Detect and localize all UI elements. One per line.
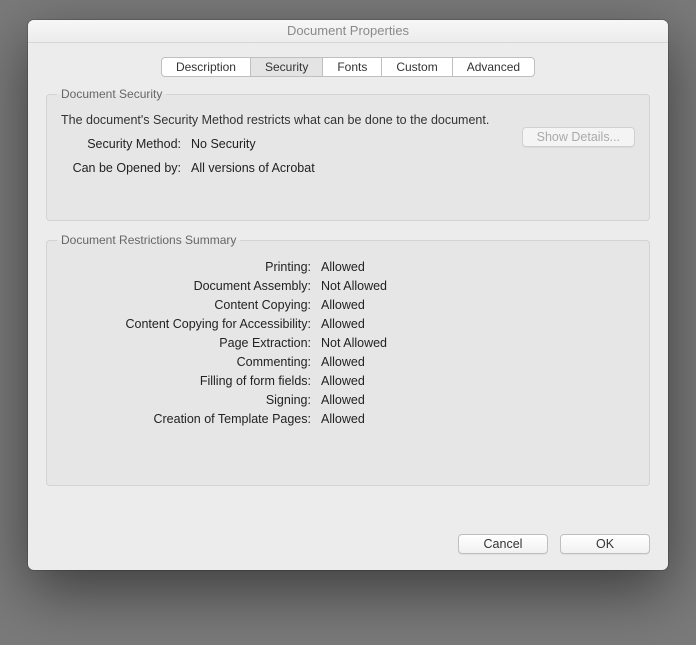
restriction-label: Signing:	[61, 393, 321, 407]
tab-description[interactable]: Description	[161, 57, 251, 77]
restriction-value: Not Allowed	[321, 336, 387, 350]
tab-advanced[interactable]: Advanced	[452, 57, 535, 77]
restriction-value: Allowed	[321, 317, 365, 331]
restriction-value: Allowed	[321, 355, 365, 369]
show-details-button[interactable]: Show Details...	[522, 127, 635, 147]
tab-bar: Description Security Fonts Custom Advanc…	[46, 57, 650, 77]
tab-security[interactable]: Security	[250, 57, 323, 77]
dialog-footer: Cancel OK	[46, 534, 650, 554]
restriction-value: Allowed	[321, 412, 365, 426]
window-title: Document Properties	[28, 20, 668, 43]
restriction-label: Creation of Template Pages:	[61, 412, 321, 426]
security-method-label: Security Method:	[28, 137, 191, 151]
restrictions-legend: Document Restrictions Summary	[57, 233, 240, 247]
restriction-label: Page Extraction:	[61, 336, 321, 350]
opened-by-label: Can be Opened by:	[28, 161, 191, 175]
restriction-label: Commenting:	[61, 355, 321, 369]
restriction-label: Printing:	[61, 260, 321, 274]
security-intro: The document's Security Method restricts…	[61, 113, 635, 127]
restriction-label: Filling of form fields:	[61, 374, 321, 388]
restriction-value: Allowed	[321, 298, 365, 312]
document-security-legend: Document Security	[57, 87, 166, 101]
document-properties-window: Document Properties Description Security…	[28, 20, 668, 570]
restriction-label: Content Copying:	[61, 298, 321, 312]
opened-by-value: All versions of Acrobat	[191, 161, 315, 175]
restriction-value: Allowed	[321, 260, 365, 274]
security-method-value: No Security	[191, 137, 256, 151]
tab-fonts[interactable]: Fonts	[322, 57, 382, 77]
restriction-value: Not Allowed	[321, 279, 387, 293]
restriction-label: Content Copying for Accessibility:	[61, 317, 321, 331]
cancel-button[interactable]: Cancel	[458, 534, 548, 554]
restrictions-group: Document Restrictions Summary Printing:A…	[46, 233, 650, 486]
restriction-value: Allowed	[321, 374, 365, 388]
restriction-value: Allowed	[321, 393, 365, 407]
ok-button[interactable]: OK	[560, 534, 650, 554]
document-security-group: Document Security The document's Securit…	[46, 87, 650, 221]
restriction-label: Document Assembly:	[61, 279, 321, 293]
tab-custom[interactable]: Custom	[381, 57, 452, 77]
